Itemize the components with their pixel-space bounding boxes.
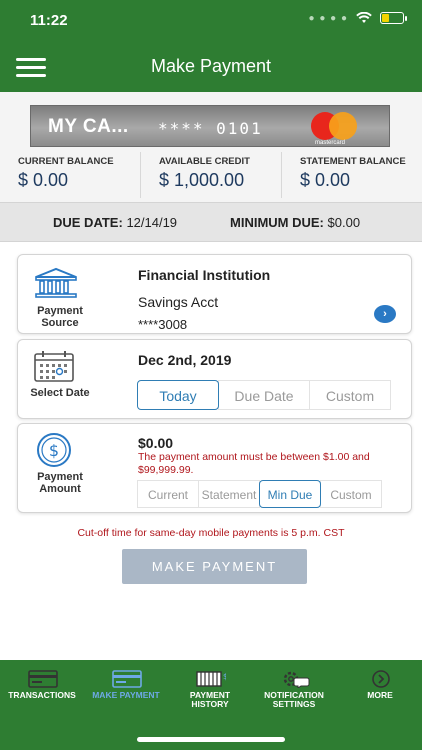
balance-value: $ 1,000.00: [159, 170, 245, 190]
balance-label: AVAILABLE CREDIT: [159, 156, 250, 167]
amount-error-message: The payment amount must be between $1.00…: [138, 451, 370, 476]
due-date-value: 12/14/19: [126, 215, 178, 230]
cutoff-notice: Cut-off time for same-day mobile payment…: [77, 527, 345, 539]
chevron-right-icon[interactable]: ›: [374, 305, 396, 323]
date-option-custom[interactable]: Custom: [309, 380, 391, 410]
available-credit: AVAILABLE CREDIT $ 1,000.00: [141, 152, 282, 198]
select-date-label: Select Date: [30, 387, 90, 399]
due-date: DUE DATE: 12/14/19: [53, 215, 177, 230]
label-line: Payment: [37, 305, 83, 317]
balances: CURRENT BALANCE $ 0.00 AVAILABLE CREDIT …: [0, 152, 422, 198]
payment-amount-panel: $ Payment Amount $0.00 The payment amoun…: [17, 423, 412, 513]
date-option-today[interactable]: Today: [137, 380, 219, 410]
due-date-label: DUE DATE:: [53, 215, 123, 230]
current-balance: CURRENT BALANCE $ 0.00: [0, 152, 141, 198]
balance-value: $ 0.00: [300, 170, 351, 190]
label-line: Payment: [37, 471, 83, 483]
card-icon: [28, 670, 58, 688]
nav-label: NOTIFICATION SETTINGS: [252, 691, 336, 709]
history-icon: $: [196, 671, 226, 687]
amount-option-min-due[interactable]: Min Due: [259, 480, 321, 508]
nav-label-line: TRANSACTIONS: [8, 690, 76, 700]
minimum-due: MINIMUM DUE: $0.00: [230, 215, 360, 230]
status-time: 11:22: [30, 12, 68, 29]
nav-item-make-payment[interactable]: MAKE PAYMENT: [84, 660, 168, 722]
balance-value: $ 0.00: [18, 170, 69, 190]
chevron-right-icon: [372, 670, 390, 688]
signal-icon: ● ● ● ●: [308, 12, 348, 24]
mastercard-logo-icon: mastercard: [309, 110, 361, 146]
nav-label-line: HISTORY: [191, 699, 229, 709]
account-name: Savings Acct: [138, 294, 219, 310]
institution-name: Financial Institution: [138, 267, 271, 283]
account-number: ****3008: [138, 317, 188, 332]
app-header: 11:22 ● ● ● ● Make Payment: [0, 0, 422, 92]
balance-label: STATEMENT BALANCE: [300, 156, 406, 167]
payment-amount-label: Payment Amount: [18, 471, 102, 495]
due-info-bar: DUE DATE: 12/14/19 MINIMUM DUE: $0.00: [0, 202, 422, 242]
payment-source-label: Payment Source: [18, 305, 102, 329]
card-number: **** 0101: [158, 119, 263, 138]
calendar-icon: [34, 351, 74, 382]
card-name: MY CA...: [48, 116, 129, 137]
account-summary: MY CA... **** 0101 mastercard CURRENT BA…: [0, 92, 422, 202]
nav-label: TRANSACTIONS: [0, 691, 84, 700]
nav-item-notification-settings[interactable]: NOTIFICATION SETTINGS: [252, 660, 336, 722]
minimum-due-label: MINIMUM DUE:: [230, 215, 324, 230]
page-title: Make Payment: [150, 56, 272, 76]
selected-date: Dec 2nd, 2019: [138, 352, 232, 368]
nav-label-line: MORE: [367, 690, 393, 700]
make-payment-button[interactable]: MAKE PAYMENT: [122, 549, 307, 584]
svg-text:$: $: [223, 672, 226, 681]
svg-text:$: $: [49, 441, 59, 460]
dollar-icon: $: [37, 433, 71, 467]
amount-option-segment: Current Statement Min Due Custom: [137, 480, 382, 508]
amount-option-statement[interactable]: Statement: [198, 480, 260, 508]
nav-label: MORE: [338, 691, 422, 700]
battery-icon: [380, 12, 407, 24]
select-date-panel: Select Date Dec 2nd, 2019 Today Due Date…: [17, 339, 412, 419]
date-option-segment: Today Due Date Custom: [137, 380, 391, 410]
status-icons: ● ● ● ●: [308, 12, 407, 24]
date-option-due-date[interactable]: Due Date: [218, 380, 310, 410]
gear-chat-icon: [283, 671, 310, 688]
home-indicator: [137, 737, 285, 742]
label-line: Source: [41, 317, 79, 329]
credit-card-image: MY CA... **** 0101 mastercard: [30, 105, 390, 147]
bank-icon: [35, 267, 77, 298]
nav-label: MAKE PAYMENT: [84, 691, 168, 700]
nav-label-line: MAKE PAYMENT: [92, 690, 160, 700]
nav-label-line: SETTINGS: [272, 699, 316, 709]
statement-balance: STATEMENT BALANCE $ 0.00: [282, 152, 422, 198]
payment-amount-value[interactable]: $0.00: [138, 435, 173, 451]
minimum-due-value: $0.00: [327, 215, 361, 230]
wifi-icon: [356, 12, 372, 23]
label-line: Amount: [39, 483, 81, 495]
payment-source-panel[interactable]: Payment Source Financial Institution Sav…: [17, 254, 412, 334]
amount-option-custom[interactable]: Custom: [320, 480, 382, 508]
card-brand: mastercard: [315, 140, 346, 146]
amount-option-current[interactable]: Current: [137, 480, 199, 508]
nav-item-payment-history[interactable]: $ PAYMENT HISTORY: [168, 660, 252, 722]
nav-label: PAYMENT HISTORY: [168, 691, 252, 709]
balance-label: CURRENT BALANCE: [18, 156, 114, 167]
nav-item-transactions[interactable]: TRANSACTIONS: [0, 660, 84, 722]
bottom-nav: TRANSACTIONS MAKE PAYMENT $ PAYMENT HIST…: [0, 660, 422, 750]
card-icon: [112, 670, 142, 688]
nav-item-more[interactable]: MORE: [338, 660, 422, 722]
